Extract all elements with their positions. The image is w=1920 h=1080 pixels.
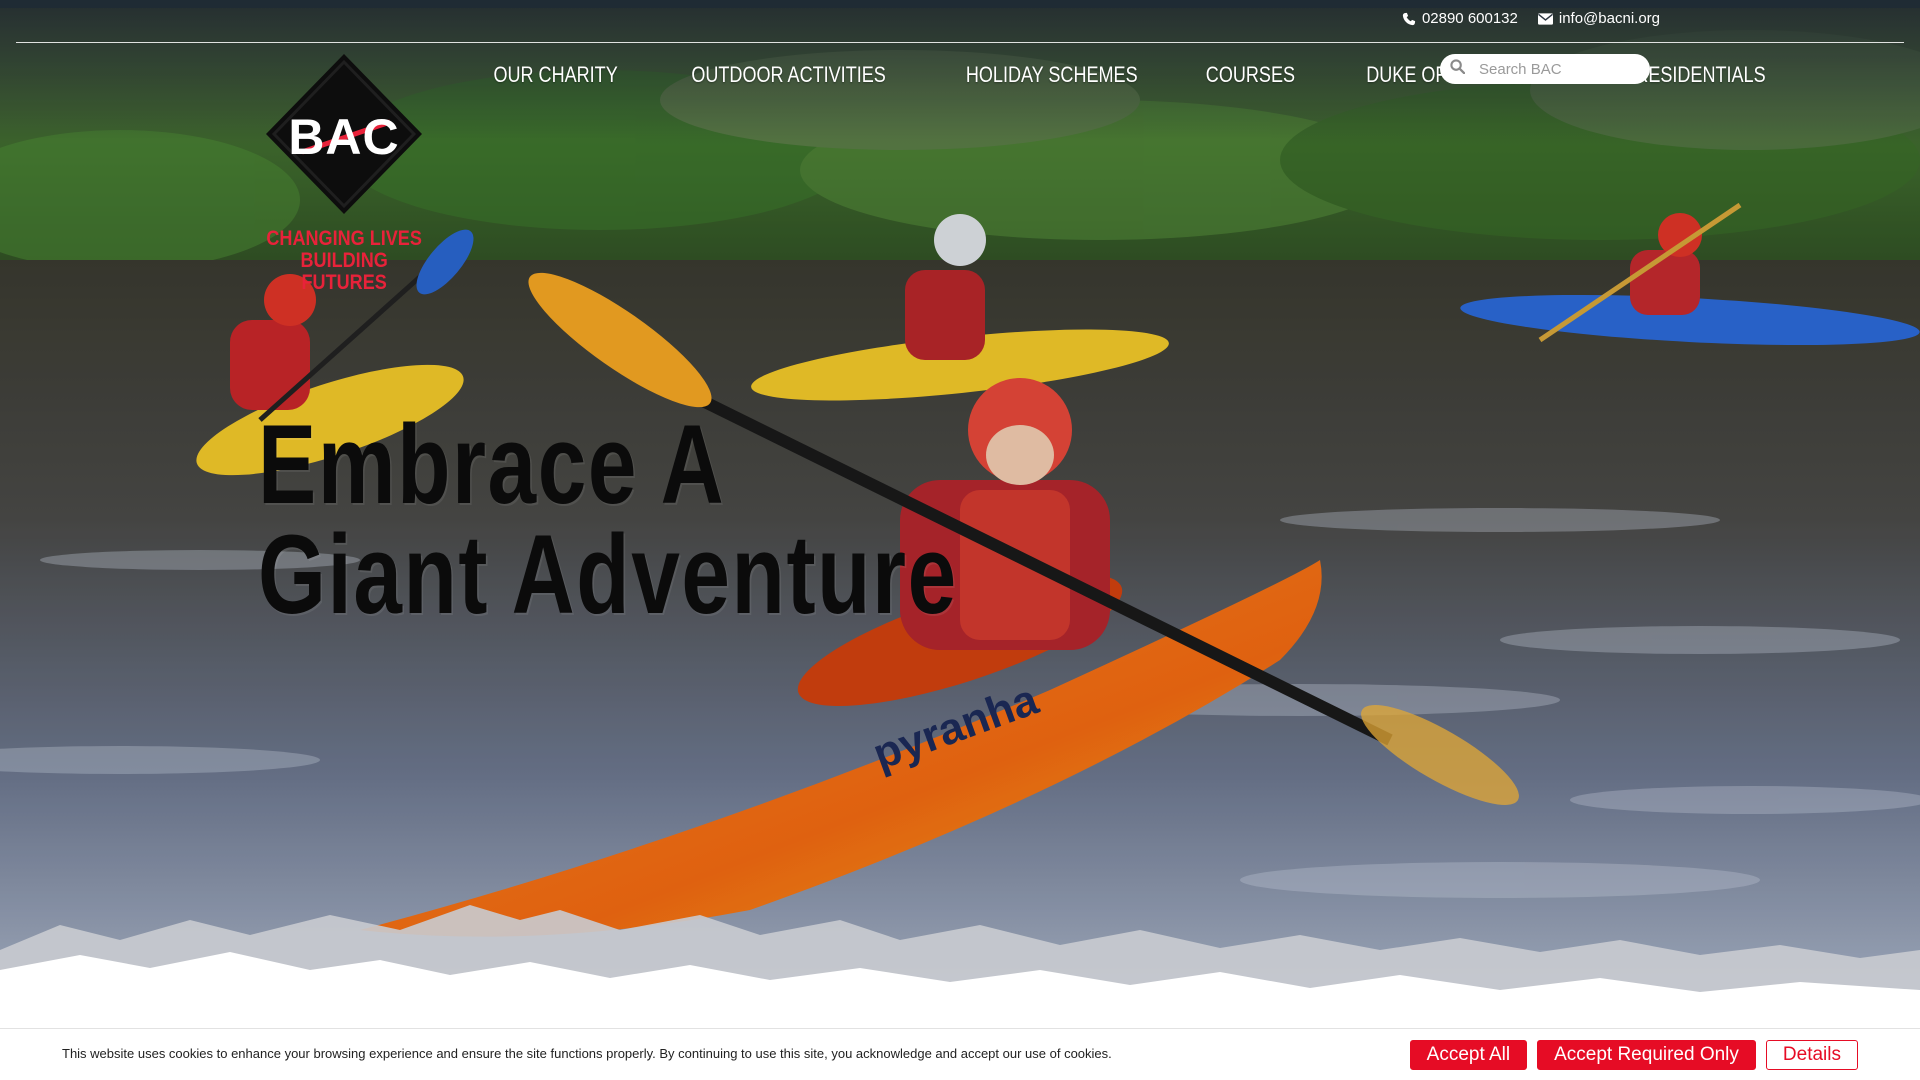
site-logo[interactable]: BAC CHANGING LIVES BUILDING FUTURES [256, 52, 432, 294]
hero-headline-line1: Embrace A [258, 402, 726, 527]
search-box [1440, 54, 1650, 84]
nav-item-our-charity[interactable]: OUR CHARITY [493, 58, 634, 92]
search-icon[interactable] [1450, 59, 1466, 79]
logo-tagline: CHANGING LIVES BUILDING FUTURES [256, 228, 432, 294]
email-address: info@bacni.org [1558, 10, 1660, 27]
phone-number: 02890 600132 [1421, 10, 1518, 27]
page: pyranha 02890 600132 info@bacni.org BAC … [0, 0, 1920, 1080]
header-divider [16, 42, 1904, 43]
phone-icon [1402, 12, 1416, 26]
hero-headline: Embrace A Giant Adventure [258, 402, 958, 637]
contact-info: 02890 600132 info@bacni.org [1402, 10, 1660, 27]
accept-required-only-button[interactable]: Accept Required Only [1537, 1040, 1756, 1070]
phone-link[interactable]: 02890 600132 [1402, 10, 1518, 27]
search-input[interactable] [1477, 59, 1641, 79]
logo-letters: BAC [288, 109, 400, 165]
nav-item-outdoor-activities[interactable]: OUTDOOR ACTIVITIES [675, 58, 902, 92]
cookie-message: This website uses cookies to enhance you… [62, 1046, 1112, 1061]
cookie-details-button[interactable]: Details [1765, 1040, 1858, 1070]
hero-headline-line2: Giant Adventure [258, 512, 958, 637]
accept-all-button[interactable]: Accept All [1409, 1040, 1528, 1070]
email-link[interactable]: info@bacni.org [1537, 10, 1660, 27]
envelope-icon [1537, 12, 1553, 25]
cookie-consent-bar: This website uses cookies to enhance you… [0, 1028, 1920, 1080]
logo-tagline-line2: BUILDING FUTURES [300, 249, 388, 294]
cookie-buttons: Accept All Accept Required Only Details [1409, 1040, 1858, 1070]
nav-item-courses[interactable]: COURSES [1190, 58, 1312, 92]
topbar-strip [0, 0, 1920, 8]
nav-item-holiday-schemes[interactable]: HOLIDAY SCHEMES [949, 58, 1154, 92]
logo-tagline-line1: CHANGING LIVES [266, 227, 422, 250]
